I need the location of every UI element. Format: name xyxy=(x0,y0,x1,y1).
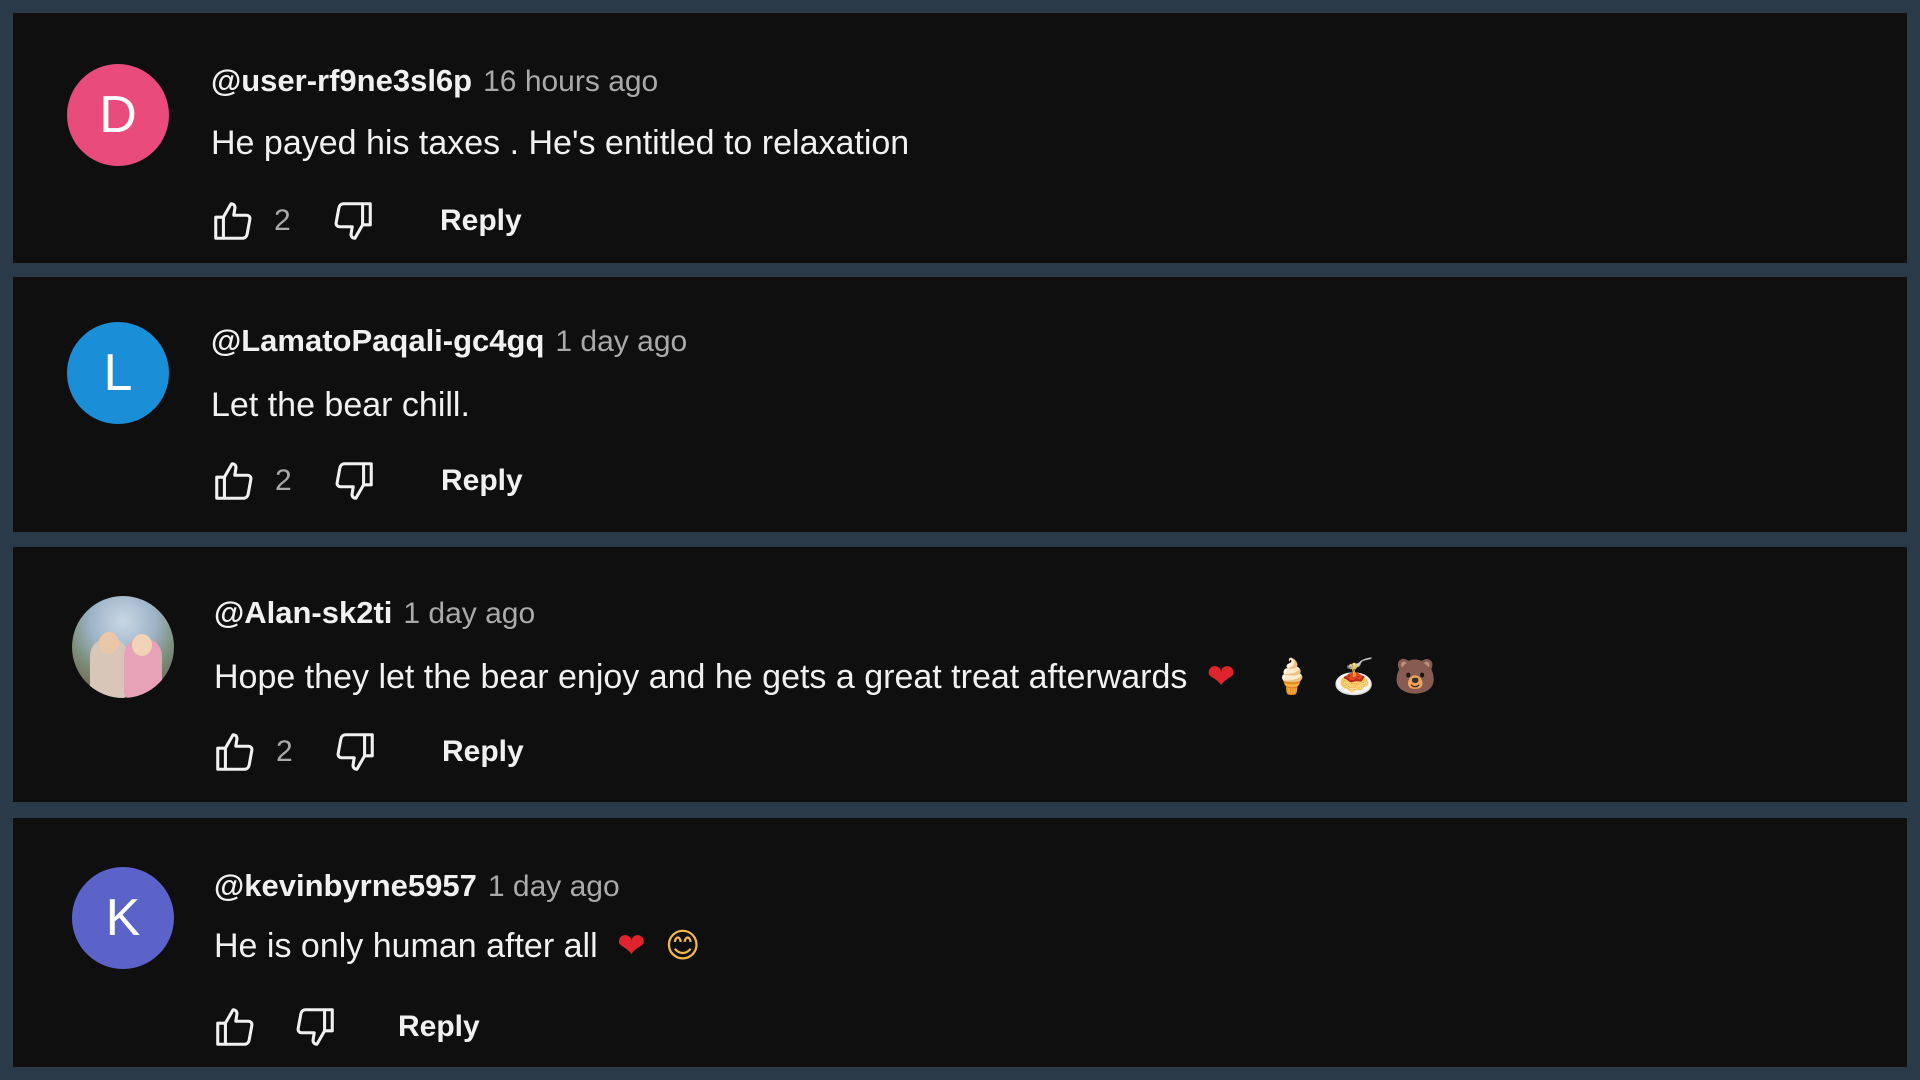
avatar-letter: K xyxy=(105,889,141,947)
thumbs-up-icon xyxy=(214,202,252,240)
avatar-photo[interactable] xyxy=(72,596,174,698)
like-count: 2 xyxy=(276,735,293,768)
comment-actions: Reply xyxy=(210,1002,480,1052)
dislike-button[interactable] xyxy=(328,196,378,246)
reply-button[interactable]: Reply xyxy=(440,204,522,238)
comment-timestamp[interactable]: 1 day ago xyxy=(403,597,535,631)
comment-text: He payed his taxes . He's entitled to re… xyxy=(211,124,909,163)
comment-text: Hope they let the bear enjoy and he gets… xyxy=(214,657,1437,697)
comment-card: L @LamatoPaqali-gc4gq 1 day ago Let the … xyxy=(13,277,1907,532)
thumbs-up-icon xyxy=(216,1008,254,1046)
comment-text-body: Let the bear chill. xyxy=(211,386,470,424)
heart-emoji: ❤ xyxy=(1206,657,1236,697)
comment-text: He is only human after all ❤ 😊 xyxy=(214,926,701,966)
reply-button[interactable]: Reply xyxy=(442,735,524,769)
comment-header: @LamatoPaqali-gc4gq 1 day ago xyxy=(211,323,687,359)
like-button[interactable] xyxy=(210,1002,260,1052)
avatar-letter: D xyxy=(99,86,137,144)
comment-timestamp[interactable]: 16 hours ago xyxy=(483,65,658,99)
thumbs-down-icon xyxy=(336,733,374,771)
comment-actions: 2 Reply xyxy=(208,196,522,246)
avatar[interactable]: K xyxy=(72,867,174,969)
smiling-face-emoji: 😊 xyxy=(665,926,701,966)
like-count: 2 xyxy=(274,204,291,237)
avatar-face xyxy=(99,632,119,654)
comment-text-body: He is only human after all xyxy=(214,927,598,965)
comment-text: Let the bear chill. xyxy=(211,386,470,425)
like-button[interactable] xyxy=(208,196,258,246)
like-button[interactable] xyxy=(209,456,259,506)
comment-header: @user-rf9ne3sl6p 16 hours ago xyxy=(211,63,658,99)
comment-author[interactable]: @LamatoPaqali-gc4gq xyxy=(211,323,544,359)
avatar-face xyxy=(132,634,152,656)
like-count: 2 xyxy=(275,464,292,497)
dislike-button[interactable] xyxy=(330,727,380,777)
bear-emoji: 🐻 xyxy=(1394,657,1437,697)
thumbs-up-icon xyxy=(215,462,253,500)
comment-card: K @kevinbyrne5957 1 day ago He is only h… xyxy=(13,818,1907,1067)
thumbs-down-icon xyxy=(334,202,372,240)
comment-header: @Alan-sk2ti 1 day ago xyxy=(214,595,535,631)
comment-header: @kevinbyrne5957 1 day ago xyxy=(214,868,620,904)
comments-page: D @user-rf9ne3sl6p 16 hours ago He payed… xyxy=(0,0,1920,1080)
comment-author[interactable]: @user-rf9ne3sl6p xyxy=(211,63,472,99)
comment-timestamp[interactable]: 1 day ago xyxy=(488,870,620,904)
heart-emoji: ❤ xyxy=(617,926,646,966)
avatar[interactable]: D xyxy=(67,64,169,166)
reply-button[interactable]: Reply xyxy=(398,1010,480,1044)
ice-cream-emoji: 🍦 xyxy=(1270,657,1314,697)
comment-timestamp[interactable]: 1 day ago xyxy=(555,325,687,359)
dislike-button[interactable] xyxy=(329,456,379,506)
comment-card: @Alan-sk2ti 1 day ago Hope they let the … xyxy=(13,547,1907,802)
comment-actions: 2 Reply xyxy=(210,727,524,777)
avatar[interactable]: L xyxy=(67,322,169,424)
avatar-letter: L xyxy=(103,344,133,402)
like-button[interactable] xyxy=(210,727,260,777)
spaghetti-emoji: 🍝 xyxy=(1332,657,1375,697)
reply-button[interactable]: Reply xyxy=(441,464,523,498)
thumbs-up-icon xyxy=(216,733,254,771)
dislike-button[interactable] xyxy=(290,1002,340,1052)
comment-author[interactable]: @Alan-sk2ti xyxy=(214,595,392,631)
comment-text-body: Hope they let the bear enjoy and he gets… xyxy=(214,658,1188,696)
thumbs-down-icon xyxy=(296,1008,334,1046)
comment-text-body: He payed his taxes . He's entitled to re… xyxy=(211,124,910,162)
comment-author[interactable]: @kevinbyrne5957 xyxy=(214,868,477,904)
comment-actions: 2 Reply xyxy=(209,456,523,506)
thumbs-down-icon xyxy=(335,462,373,500)
comment-card: D @user-rf9ne3sl6p 16 hours ago He payed… xyxy=(13,13,1907,263)
